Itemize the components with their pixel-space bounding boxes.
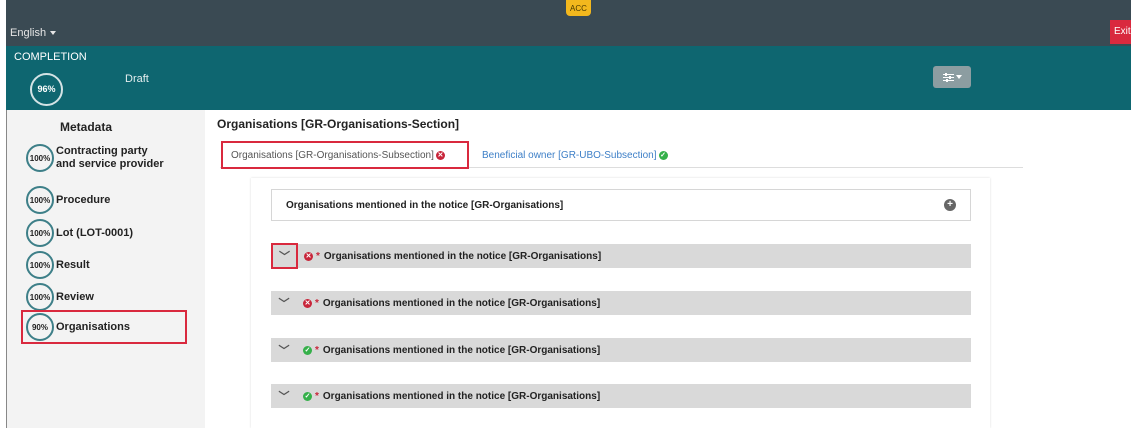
progress-circle: 100% (26, 186, 54, 214)
sidebar-item-label: Contracting party and service provider (56, 145, 164, 170)
group-header: Organisations mentioned in the notice [G… (271, 189, 971, 221)
tab-organisations[interactable]: Organisations [GR-Organisations-Subsecti… (221, 141, 469, 169)
check-icon: ✓ (658, 150, 668, 160)
accordion-row-label: Organisations mentioned in the notice [G… (322, 344, 601, 356)
sidebar-item-procedure[interactable]: 100% Procedure (26, 186, 110, 214)
divider (6, 110, 7, 428)
required-marker: * (315, 344, 319, 356)
sidebar-item-lot[interactable]: 100% Lot (LOT-0001) (26, 219, 133, 247)
completion-percent: 96% (30, 73, 63, 106)
tab-beneficial-owner[interactable]: Beneficial owner [GR-UBO-Subsection] ✓ (482, 141, 668, 169)
environment-badge: ACC (566, 0, 591, 16)
chevron-down-icon[interactable]: ﹀ (271, 384, 297, 408)
chevron-down-icon[interactable]: ﹀ (271, 291, 297, 315)
sidebar-item-label: Review (56, 290, 94, 303)
error-icon: ✕ (303, 298, 312, 308)
required-marker: * (316, 250, 320, 262)
exit-button[interactable]: Exit (1110, 20, 1131, 44)
sidebar-item-label: Result (56, 258, 90, 271)
sidebar-item-review[interactable]: 100% Review (26, 283, 94, 311)
sliders-icon (942, 72, 954, 82)
accordion-row-label: Organisations mentioned in the notice [G… (322, 390, 601, 402)
chevron-down-icon (955, 75, 962, 79)
tab-label: Organisations [GR-Organisations-Subsecti… (231, 149, 434, 161)
completion-label: COMPLETION (14, 51, 87, 63)
progress-circle: 100% (26, 283, 54, 311)
chevron-down-icon[interactable]: ﹀ (271, 338, 297, 362)
progress-circle: 100% (26, 144, 54, 172)
accordion-row[interactable]: ﹀ ✕ * Organisations mentioned in the not… (271, 291, 971, 315)
filter-button[interactable] (933, 66, 971, 88)
selected-item-highlight (21, 310, 187, 344)
error-icon: ✕ (304, 251, 313, 261)
required-marker: * (315, 297, 319, 309)
sidebar-item-label: Procedure (56, 193, 111, 206)
accordion-row-label: Organisations mentioned in the notice [G… (323, 250, 602, 262)
language-label: English (10, 27, 47, 39)
error-icon: ✕ (435, 150, 445, 160)
accordion-row[interactable]: ﹀ ✓ * Organisations mentioned in the not… (271, 338, 971, 362)
accordion-row[interactable]: ﹀ ✕ * Organisations mentioned in the not… (271, 243, 971, 269)
sidebar-title: Metadata (60, 120, 113, 134)
group-header-label: Organisations mentioned in the notice [G… (286, 199, 564, 211)
status-label: Draft (125, 73, 149, 85)
check-icon: ✓ (303, 391, 312, 401)
add-icon[interactable]: + (944, 199, 956, 211)
sidebar-item-contracting-party[interactable]: 100% Contracting party and service provi… (26, 144, 166, 172)
sidebar-item-label: Lot (LOT-0001) (56, 226, 134, 239)
chevron-down-icon[interactable]: ﹀ (271, 243, 298, 269)
accordion-row-label: Organisations mentioned in the notice [G… (322, 297, 601, 309)
accordion-row[interactable]: ﹀ ✓ * Organisations mentioned in the not… (271, 384, 971, 408)
progress-circle: 100% (26, 219, 54, 247)
language-selector[interactable]: English (10, 27, 57, 39)
chevron-down-icon (50, 31, 57, 36)
sidebar-item-result[interactable]: 100% Result (26, 251, 90, 279)
required-marker: * (315, 390, 319, 402)
check-icon: ✓ (303, 345, 312, 355)
progress-circle: 100% (26, 251, 54, 279)
section-title: Organisations [GR-Organisations-Section] (217, 117, 460, 131)
tab-label: Beneficial owner [GR-UBO-Subsection] (482, 149, 657, 161)
